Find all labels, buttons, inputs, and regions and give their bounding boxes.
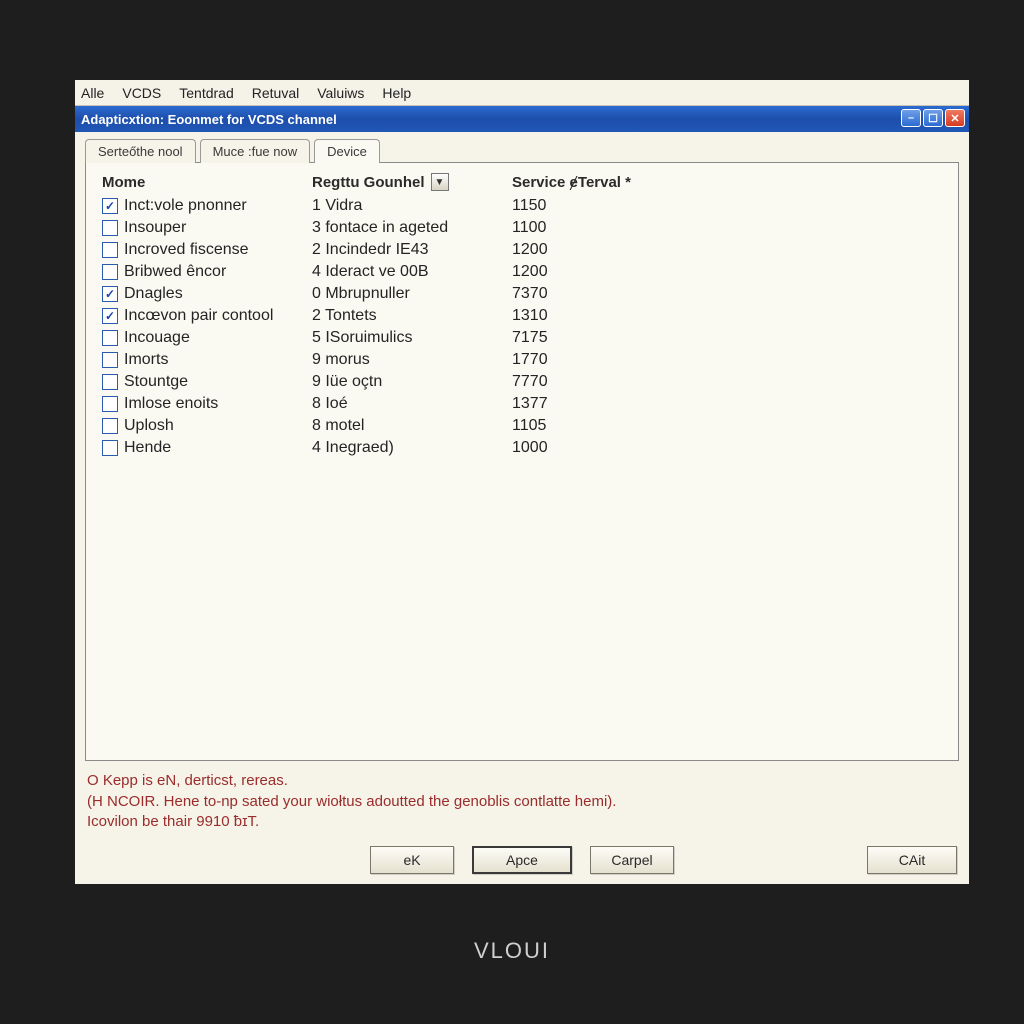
apply-button[interactable]: Apce <box>472 846 572 874</box>
cait-button[interactable]: CAit <box>867 846 957 874</box>
row-channel: 4 Ideract ve 00B <box>312 263 502 281</box>
row-name: Incouage <box>124 329 190 347</box>
checkbox[interactable] <box>102 308 118 324</box>
cancel-button[interactable]: Carpel <box>590 846 674 874</box>
laptop-brand: VLOUI <box>0 938 1024 964</box>
menu-item[interactable]: Retuval <box>252 85 299 101</box>
row-name: Bribwed êncor <box>124 263 226 281</box>
row-service: 7370 <box>502 285 946 303</box>
table-row[interactable]: Incouage 5 ISoruimulics7175 <box>86 327 958 349</box>
checkbox[interactable] <box>102 198 118 214</box>
table-row[interactable]: Hende 4 Inegraed)1000 <box>86 437 958 459</box>
table-row[interactable]: Incroved fiscense 2 Incindedr IE431200 <box>86 239 958 261</box>
row-channel: 2 Tontets <box>312 307 502 325</box>
titlebar: Adapticxtion: Eoonmet for VCDS channel –… <box>75 106 969 132</box>
dropdown-icon[interactable]: ▼ <box>431 173 449 191</box>
row-name: Dnagles <box>124 285 183 303</box>
menubar: Alle VCDS Tentdrad Retuval Valuiws Help <box>75 80 969 106</box>
checkbox[interactable] <box>102 286 118 302</box>
laptop-frame: Alle VCDS Tentdrad Retuval Valuiws Help … <box>0 0 1024 1024</box>
rows-container: Inct:vole pnonner 1 Vidra1150 Insouper 3 fo… <box>86 195 958 756</box>
row-channel: 2 Incindedr IE43 <box>312 241 502 259</box>
tab-item[interactable]: Serteőthe nool <box>85 139 196 163</box>
checkbox[interactable] <box>102 418 118 434</box>
list-header: Mome Regttu Gounhel ▼ Service ɇTerval * <box>86 173 958 195</box>
status-line: (H NCOIR. Hene to-np sated your wiołtus … <box>87 792 957 812</box>
row-name: Insouper <box>124 219 186 237</box>
maximize-button[interactable]: ☐ <box>923 109 943 127</box>
row-channel: 3 fontace in ageted <box>312 219 502 237</box>
row-channel: 9 morus <box>312 351 502 369</box>
row-channel: 8 motel <box>312 417 502 435</box>
window-controls: – ☐ ✕ <box>901 109 965 127</box>
row-service: 1000 <box>502 439 946 457</box>
row-service: 1150 <box>502 197 946 215</box>
table-row[interactable]: Imorts 9 morus1770 <box>86 349 958 371</box>
checkbox[interactable] <box>102 396 118 412</box>
row-name: Incroved fiscense <box>124 241 249 259</box>
list-panel: Mome Regttu Gounhel ▼ Service ɇTerval * … <box>85 162 959 761</box>
checkbox[interactable] <box>102 330 118 346</box>
minimize-button[interactable]: – <box>901 109 921 127</box>
row-service: 7175 <box>502 329 946 347</box>
close-button[interactable]: ✕ <box>945 109 965 127</box>
button-bar: eK Apce Carpel CAit <box>85 846 959 874</box>
col-header-channel[interactable]: Regttu Gounhel ▼ <box>312 173 502 191</box>
window-body: Serteőthe nool Muce :fue now Device Mome… <box>75 132 969 884</box>
menu-item[interactable]: Help <box>382 85 411 101</box>
row-service: 1377 <box>502 395 946 413</box>
status-line: O Kepp is eN, derticst, rereas. <box>87 771 957 791</box>
checkbox[interactable] <box>102 242 118 258</box>
row-channel: 4 Inegraed) <box>312 439 502 457</box>
table-row[interactable]: Incœvon pair contool 2 Tontets1310 <box>86 305 958 327</box>
row-service: 1100 <box>502 219 946 237</box>
table-row[interactable]: Imlose enoits 8 Ioé1377 <box>86 393 958 415</box>
checkbox[interactable] <box>102 220 118 236</box>
row-service: 7770 <box>502 373 946 391</box>
row-name: Imorts <box>124 351 168 369</box>
tab-item[interactable]: Device <box>314 139 380 163</box>
ok-button[interactable]: eK <box>370 846 454 874</box>
status-line: Icovilon be thair 9910 ƀɪT. <box>87 812 957 832</box>
checkbox[interactable] <box>102 374 118 390</box>
row-service: 1105 <box>502 417 946 435</box>
tab-item[interactable]: Muce :fue now <box>200 139 311 163</box>
screen-area: Alle VCDS Tentdrad Retuval Valuiws Help … <box>75 80 969 884</box>
menu-item[interactable]: VCDS <box>122 85 161 101</box>
table-row[interactable]: Inct:vole pnonner 1 Vidra1150 <box>86 195 958 217</box>
row-channel: 1 Vidra <box>312 197 502 215</box>
row-service: 1310 <box>502 307 946 325</box>
window-title: Adapticxtion: Eoonmet for VCDS channel <box>81 112 337 127</box>
menu-item[interactable]: Tentdrad <box>179 85 233 101</box>
row-name: Hende <box>124 439 171 457</box>
tab-strip: Serteőthe nool Muce :fue now Device <box>85 138 959 162</box>
table-row[interactable]: Uplosh 8 motel1105 <box>86 415 958 437</box>
menu-item[interactable]: Valuiws <box>317 85 364 101</box>
table-row[interactable]: Stountge 9 Iüe oçtn7770 <box>86 371 958 393</box>
row-name: Inct:vole pnonner <box>124 197 247 215</box>
row-channel: 5 ISoruimulics <box>312 329 502 347</box>
col-header-name[interactable]: Mome <box>102 174 312 191</box>
col-header-service[interactable]: Service ɇTerval * <box>502 174 946 191</box>
row-name: Stountge <box>124 373 188 391</box>
checkbox[interactable] <box>102 440 118 456</box>
table-row[interactable]: Bribwed êncor 4 Ideract ve 00B1200 <box>86 261 958 283</box>
checkbox[interactable] <box>102 264 118 280</box>
row-service: 1770 <box>502 351 946 369</box>
menu-item[interactable]: Alle <box>81 85 104 101</box>
row-service: 1200 <box>502 241 946 259</box>
status-text: O Kepp is eN, derticst, rereas. (H NCOIR… <box>85 767 959 836</box>
row-name: Imlose enoits <box>124 395 218 413</box>
checkbox[interactable] <box>102 352 118 368</box>
window: Adapticxtion: Eoonmet for VCDS channel –… <box>75 106 969 884</box>
row-channel: 9 Iüe oçtn <box>312 373 502 391</box>
table-row[interactable]: Dnagles 0 Mbrupnuller7370 <box>86 283 958 305</box>
row-channel: 0 Mbrupnuller <box>312 285 502 303</box>
row-channel: 8 Ioé <box>312 395 502 413</box>
row-name: Incœvon pair contool <box>124 307 273 325</box>
table-row[interactable]: Insouper 3 fontace in ageted1100 <box>86 217 958 239</box>
row-name: Uplosh <box>124 417 174 435</box>
row-service: 1200 <box>502 263 946 281</box>
